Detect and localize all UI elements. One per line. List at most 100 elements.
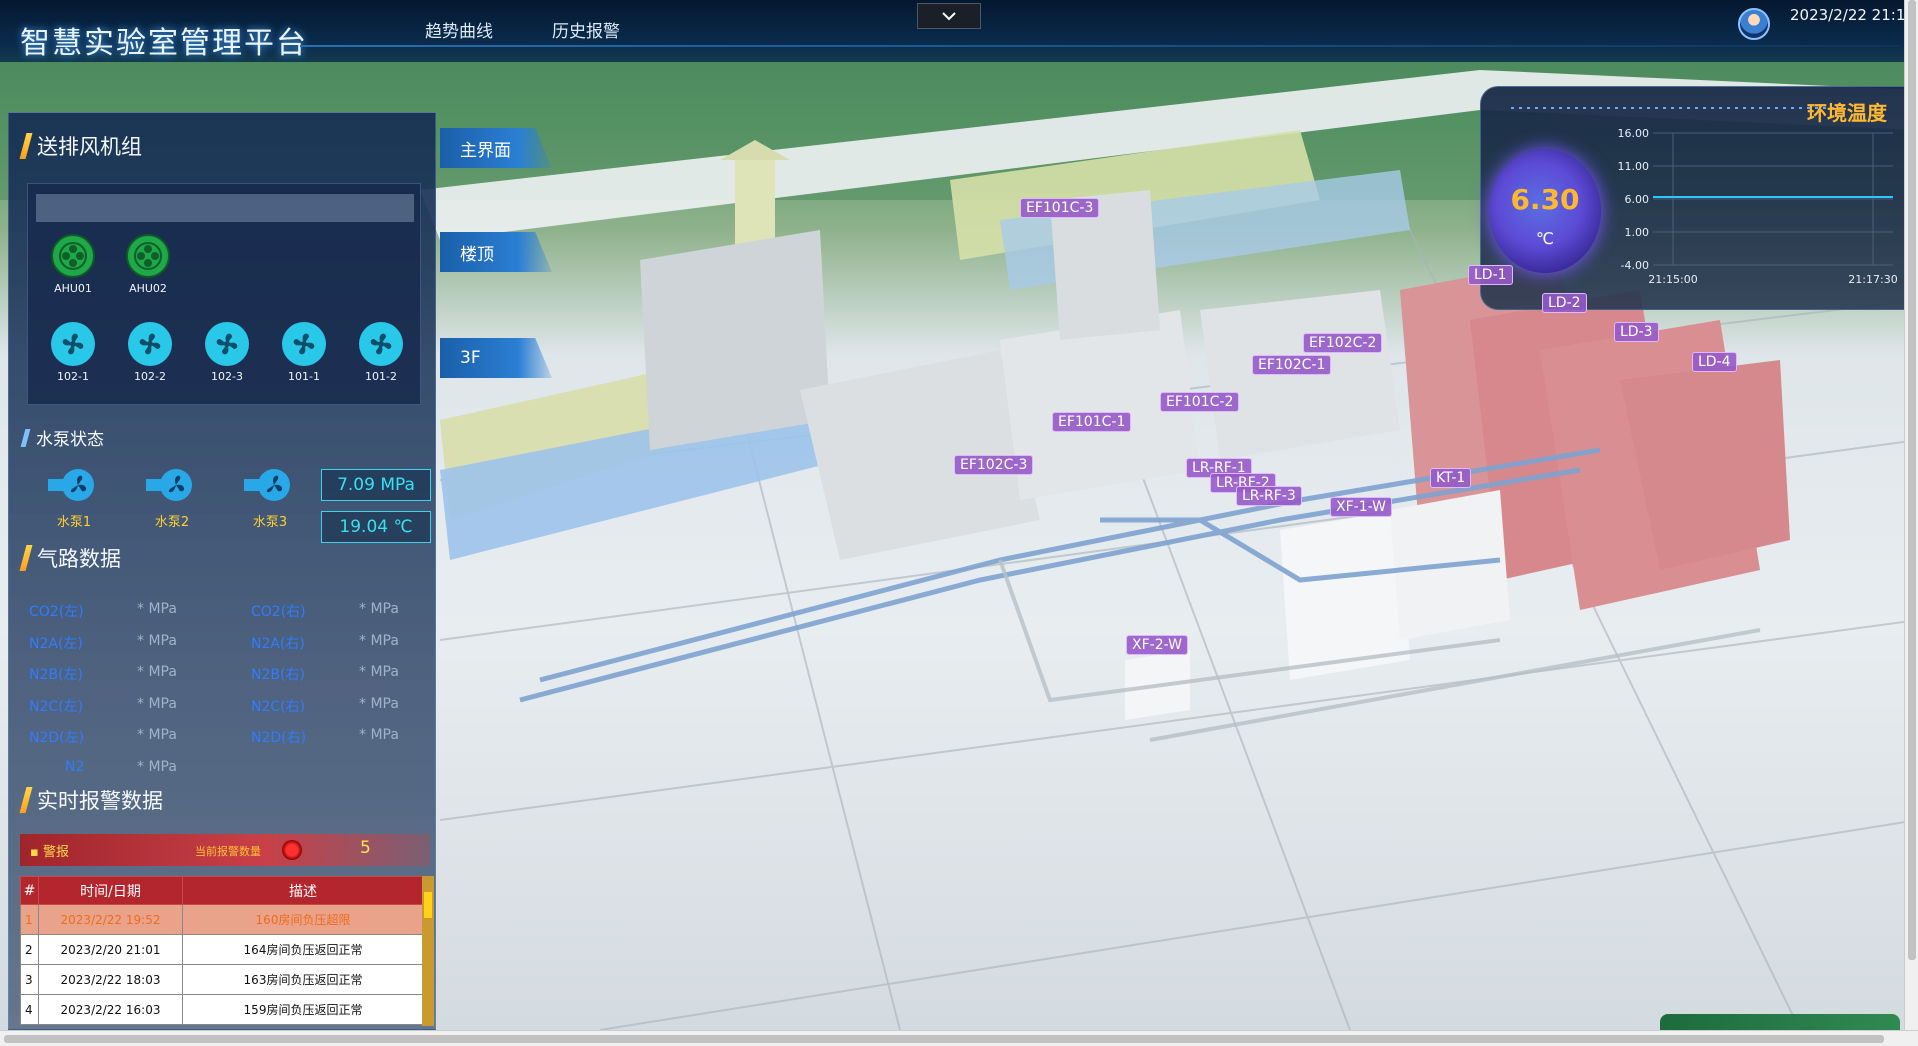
section-marker bbox=[19, 545, 33, 571]
gas-left-name: N2 bbox=[65, 759, 85, 775]
nav-history-alarm[interactable]: 历史报警 bbox=[552, 17, 620, 42]
fan-running-icon bbox=[126, 234, 170, 278]
datetime-display: 2023/2/22 21:19 bbox=[1790, 6, 1915, 24]
user-avatar-icon[interactable] bbox=[1738, 8, 1770, 40]
pump-3[interactable]: 水泵3 bbox=[235, 465, 305, 530]
y-tick-label: 16.00 bbox=[1618, 127, 1650, 140]
main-view-button[interactable]: 主界面 bbox=[440, 128, 552, 168]
row-index: 3 bbox=[20, 964, 39, 995]
x-tick-label: 21:17:30 bbox=[1848, 273, 1897, 286]
gas-right-name: N2D(右) bbox=[251, 730, 307, 746]
fan-label: 101-1 bbox=[288, 370, 320, 383]
fan-icon bbox=[282, 322, 326, 366]
fan-label: 102-3 bbox=[211, 370, 243, 383]
rooftop-button[interactable]: 楼顶 bbox=[440, 232, 552, 272]
exhaust-fan-101-1[interactable]: 101-1 bbox=[274, 322, 334, 383]
fan-icon bbox=[51, 322, 95, 366]
pump-label: 水泵3 bbox=[252, 515, 288, 530]
equipment-tag-ef101c-2[interactable]: EF101C-2 bbox=[1160, 392, 1240, 412]
pump-icon bbox=[48, 469, 94, 501]
exhaust-fan-102-2[interactable]: 102-2 bbox=[120, 322, 180, 383]
equipment-tag-xf-1-w[interactable]: XF-1-W bbox=[1330, 497, 1392, 517]
table-row[interactable]: 1 2023/2/22 19:52 160房间负压超限 bbox=[20, 904, 424, 935]
equipment-tag-lr-rf-3[interactable]: LR-RF-3 bbox=[1236, 486, 1302, 506]
row-time: 2023/2/22 18:03 bbox=[38, 964, 183, 995]
equipment-tag-kt-1[interactable]: KT-1 bbox=[1430, 468, 1472, 488]
equipment-tag-ef102c-1[interactable]: EF102C-1 bbox=[1252, 355, 1332, 375]
table-row[interactable]: 4 2023/2/22 16:03 159房间负压返回正常 bbox=[20, 994, 424, 1025]
horizontal-scrollbar[interactable] bbox=[0, 1030, 1918, 1046]
pump-icon bbox=[244, 469, 290, 501]
chart-grid bbox=[1653, 132, 1893, 266]
row-index: 2 bbox=[20, 934, 39, 965]
alarm-tag-label: 警报 bbox=[42, 845, 69, 860]
table-row[interactable]: 2 2023/2/20 21:01 164房间负压返回正常 bbox=[20, 934, 424, 965]
gas-right-value: * MPa bbox=[359, 727, 399, 743]
equipment-tag-ef102c-2[interactable]: EF102C-2 bbox=[1303, 333, 1383, 353]
alarm-table: # 时间/日期 描述 1 2023/2/22 19:52 160房间负压超限 2… bbox=[20, 876, 424, 1025]
gas-left-name: N2B(左) bbox=[29, 667, 83, 683]
gas-right-name: CO2(右) bbox=[251, 604, 306, 620]
gas-left-value: * MPa bbox=[137, 664, 177, 680]
scrollbar-thumb[interactable] bbox=[424, 892, 432, 918]
pump-pressure-readout: 7.09 MPa bbox=[321, 469, 431, 501]
vertical-scrollbar[interactable] bbox=[1904, 0, 1918, 1030]
alarm-bell-icon bbox=[282, 840, 302, 860]
row-time: 2023/2/22 16:03 bbox=[38, 994, 183, 1025]
collapse-toggle-button[interactable] bbox=[917, 3, 981, 29]
chart-y-axis: 16.00 11.00 6.00 1.00 -4.00 bbox=[1618, 127, 1650, 272]
equipment-tag-ld-3[interactable]: LD-3 bbox=[1614, 322, 1659, 342]
env-temperature-panel: 环境温度 6.30 ℃ 16.00 11.00 6.00 1.00 -4.00 21:1… bbox=[1480, 86, 1912, 310]
bottom-right-tab-strip[interactable] bbox=[1660, 1014, 1900, 1030]
column-header-description[interactable]: 描述 bbox=[182, 876, 424, 905]
gas-right-value: * MPa bbox=[359, 664, 399, 680]
temperature-unit: ℃ bbox=[1536, 229, 1554, 248]
equipment-tag-ef101c-3[interactable]: EF101C-3 bbox=[1020, 198, 1100, 218]
alarm-summary-bar: ▪ 警报 当前报警数量 5 bbox=[20, 834, 430, 866]
nav-trend-curve[interactable]: 趋势曲线 bbox=[425, 17, 493, 42]
scrollbar-thumb[interactable] bbox=[1908, 0, 1916, 960]
equipment-tag-xf-2-w[interactable]: XF-2-W bbox=[1126, 635, 1188, 655]
exhaust-fan-102-1[interactable]: 102-1 bbox=[43, 322, 103, 383]
table-row[interactable]: 3 2023/2/22 18:03 163房间负压返回正常 bbox=[20, 964, 424, 995]
equipment-tag-ef101c-1[interactable]: EF101C-1 bbox=[1052, 412, 1132, 432]
fan-icon bbox=[359, 322, 403, 366]
y-tick-label: -4.00 bbox=[1621, 259, 1649, 272]
pump-section-header: 水泵状态 bbox=[20, 425, 104, 450]
section-marker bbox=[20, 428, 31, 447]
gas-right-name: N2A(右) bbox=[251, 636, 305, 652]
fan-label: 102-1 bbox=[57, 370, 89, 383]
top-bar: 智慧实验室管理平台 趋势曲线 历史报警 2023/2/22 21:19 bbox=[0, 0, 1918, 62]
scrollbar-thumb[interactable] bbox=[4, 1035, 1884, 1043]
gas-right-name: N2B(右) bbox=[251, 667, 305, 683]
column-header-time[interactable]: 时间/日期 bbox=[38, 876, 183, 905]
pump-2[interactable]: 水泵2 bbox=[137, 465, 207, 530]
pump-1[interactable]: 水泵1 bbox=[39, 465, 109, 530]
gas-section-header: 气路数据 bbox=[19, 543, 121, 573]
fan-group-box: AHU01 AHU02 102-1 102-2 102-3 101-1 101-… bbox=[27, 183, 421, 405]
floor-3f-button[interactable]: 3F bbox=[440, 338, 552, 378]
equipment-tag-ld-4[interactable]: LD-4 bbox=[1692, 352, 1737, 372]
exhaust-fan-101-2[interactable]: 101-2 bbox=[351, 322, 411, 383]
alarm-table-scrollbar[interactable] bbox=[422, 876, 434, 1026]
ahu01-fan[interactable]: AHU01 bbox=[43, 234, 103, 295]
temperature-trend-chart: 16.00 11.00 6.00 1.00 -4.00 21:15:00 21:17:30 bbox=[1618, 127, 1898, 286]
gas-left-name: CO2(左) bbox=[29, 604, 84, 620]
row-description: 163房间负压返回正常 bbox=[182, 964, 424, 995]
gas-left-name: N2C(左) bbox=[29, 699, 84, 715]
gas-left-value: * MPa bbox=[137, 727, 177, 743]
alarm-tag: ▪ 警报 bbox=[30, 845, 69, 860]
fan-label: 101-2 bbox=[365, 370, 397, 383]
panel-dotted-line bbox=[1511, 107, 1841, 109]
fan-label: 102-2 bbox=[134, 370, 166, 383]
fan-box-strip bbox=[36, 194, 414, 222]
title-underline bbox=[300, 45, 1900, 47]
chart-x-axis: 21:15:00 21:17:30 bbox=[1648, 273, 1897, 286]
equipment-tag-ld-2[interactable]: LD-2 bbox=[1542, 293, 1587, 313]
equipment-tag-ld-1[interactable]: LD-1 bbox=[1468, 265, 1513, 285]
exhaust-fan-102-3[interactable]: 102-3 bbox=[197, 322, 257, 383]
equipment-tag-ef102c-3[interactable]: EF102C-3 bbox=[954, 455, 1034, 475]
ahu02-fan[interactable]: AHU02 bbox=[118, 234, 178, 295]
row-time: 2023/2/22 19:52 bbox=[38, 904, 183, 935]
column-header-index[interactable]: # bbox=[20, 876, 39, 905]
